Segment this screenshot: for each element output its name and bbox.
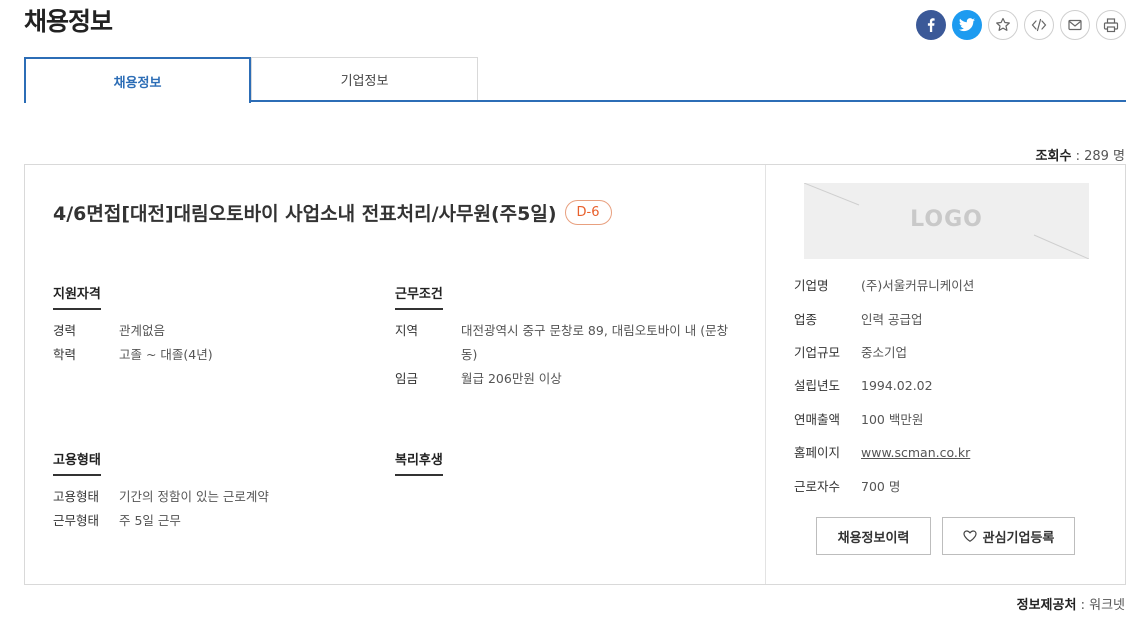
row-key: 연매출액 <box>794 412 841 427</box>
company-row: 업종 인력 공급업 <box>794 310 922 330</box>
info-source: 정보제공처 : 워크넷 <box>1016 598 1125 613</box>
tab-company-info[interactable]: 기업정보 <box>251 57 478 100</box>
employment-row: 고용형태 기간의 정함이 있는 근로계약 <box>53 485 269 509</box>
job-detail-card: 4/6면접[대전]대림오토바이 사업소내 전표처리/사무원(주5일) D-6 지… <box>24 164 1126 585</box>
mail-icon[interactable] <box>1060 10 1090 40</box>
row-key: 고용형태 <box>53 489 100 504</box>
row-key: 업종 <box>794 312 818 327</box>
row-key: 임금 <box>395 371 419 386</box>
job-title: 4/6면접[대전]대림오토바이 사업소내 전표처리/사무원(주5일) <box>53 203 557 225</box>
section-employment: 고용형태 <box>53 449 101 476</box>
job-history-button-label: 채용정보이력 <box>837 530 910 546</box>
company-row: 근로자수 700 명 <box>794 477 900 497</box>
embed-code-icon[interactable] <box>1024 10 1054 40</box>
row-key: 기업규모 <box>794 345 841 360</box>
row-value: 100 백만원 <box>861 412 924 427</box>
row-value: 700 명 <box>861 479 901 494</box>
row-key: 경력 <box>53 323 77 338</box>
row-value: 인력 공급업 <box>861 312 923 327</box>
company-summary: LOGO 기업명 (주)서울커뮤니케이션 업종 인력 공급업 기업규모 중소기업… <box>765 165 1126 584</box>
row-key: 기업명 <box>794 278 829 293</box>
company-row: 설립년도 1994.02.02 <box>794 376 933 396</box>
row-value: 1994.02.02 <box>861 378 933 393</box>
view-count: 조회수 : 289 명 <box>1035 149 1125 164</box>
row-value: 관계없음 <box>119 323 166 338</box>
company-row: 기업규모 중소기업 <box>794 343 907 363</box>
employment-row: 근무형태 주 5일 근무 <box>53 509 181 533</box>
section-qualification: 지원자격 <box>53 283 101 310</box>
row-key: 근로자수 <box>794 479 841 494</box>
interest-company-button[interactable]: 관심기업등록 <box>942 517 1075 555</box>
row-key: 근무형태 <box>53 513 100 528</box>
interest-company-button-label: 관심기업등록 <box>982 530 1055 546</box>
row-value: 중소기업 <box>861 345 908 360</box>
company-row: 연매출액 100 백만원 <box>794 410 923 430</box>
row-value: (주)서울커뮤니케이션 <box>861 278 975 293</box>
info-source-label: 정보제공처 <box>1016 598 1077 613</box>
row-key: 홈페이지 <box>794 445 841 460</box>
tab-bar: 채용정보 기업정보 <box>24 57 1126 103</box>
row-key: 학력 <box>53 347 77 362</box>
heart-icon <box>963 530 977 542</box>
share-toolbar <box>916 10 1126 40</box>
page-title: 채용정보 <box>24 7 113 36</box>
job-title-row: 4/6면접[대전]대림오토바이 사업소내 전표처리/사무원(주5일) D-6 <box>53 199 612 226</box>
qualification-row: 학력 고졸 ~ 대졸(4년) <box>53 343 213 367</box>
row-value: 고졸 ~ 대졸(4년) <box>119 347 213 362</box>
homepage-link[interactable]: www.scman.co.kr <box>861 443 970 463</box>
section-conditions: 근무조건 <box>395 283 443 310</box>
view-count-label: 조회수 <box>1035 149 1072 164</box>
company-logo: LOGO <box>804 183 1089 259</box>
qualification-row: 경력 관계없음 <box>53 319 165 343</box>
info-source-value: 워크넷 <box>1089 598 1125 613</box>
dday-badge: D-6 <box>564 200 612 225</box>
company-row: 기업명 (주)서울커뮤니케이션 <box>794 276 974 296</box>
row-value: 주 5일 근무 <box>119 513 181 528</box>
row-key: 설립년도 <box>794 378 841 393</box>
company-row: 홈페이지 www.scman.co.kr <box>794 443 970 463</box>
twitter-icon[interactable] <box>952 10 982 40</box>
job-history-button[interactable]: 채용정보이력 <box>816 517 931 555</box>
row-key: 지역 <box>395 323 419 338</box>
tab-job-info[interactable]: 채용정보 <box>24 57 251 103</box>
star-icon[interactable] <box>988 10 1018 40</box>
view-count-value: 289 명 <box>1084 149 1125 164</box>
row-value: 기간의 정함이 있는 근로계약 <box>119 489 269 504</box>
conditions-row: 지역 대전광역시 중구 문창로 89, 대림오토바이 내 (문창동) <box>395 319 740 367</box>
logo-placeholder-text: LOGO <box>910 207 983 232</box>
row-value: 월급 206만원 이상 <box>461 371 562 386</box>
facebook-icon[interactable] <box>916 10 946 40</box>
conditions-row: 임금 월급 206만원 이상 <box>395 367 562 391</box>
section-welfare: 복리후생 <box>395 449 443 476</box>
print-icon[interactable] <box>1096 10 1126 40</box>
row-value: 대전광역시 중구 문창로 89, 대림오토바이 내 (문창동) <box>461 323 729 362</box>
